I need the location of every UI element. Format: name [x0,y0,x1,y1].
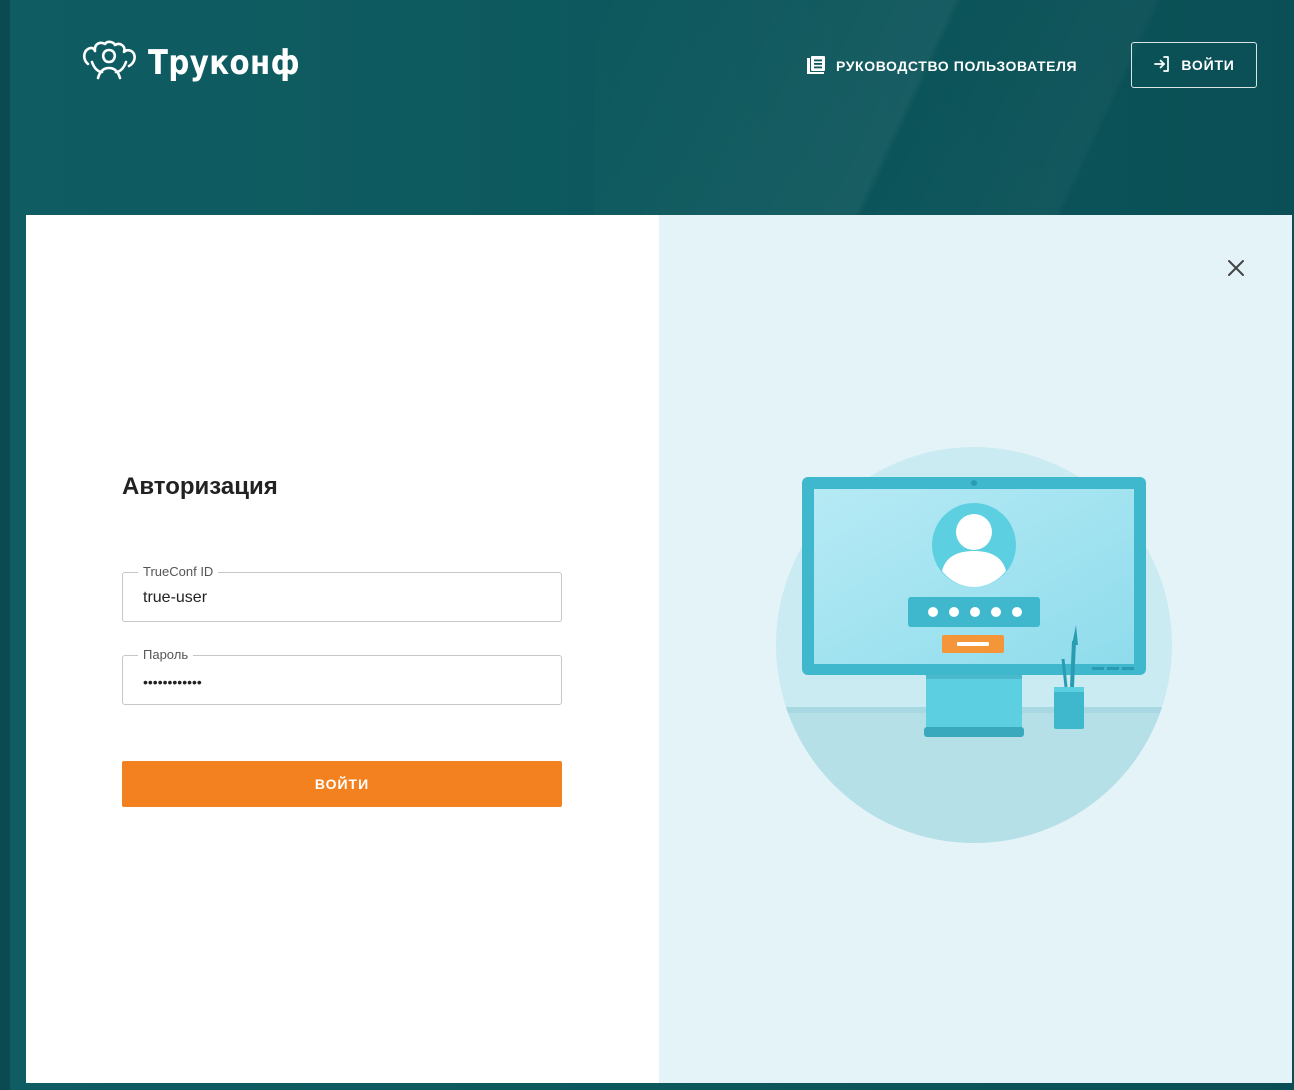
password-input[interactable] [143,669,543,695]
illustration-pane [659,215,1292,1083]
user-guide-link[interactable]: РУКОВОДСТВО ПОЛЬЗОВАТЕЛЯ [806,54,1077,78]
login-arrow-icon [1153,55,1171,76]
page-title: Авторизация [122,473,278,500]
manual-book-icon [806,55,826,78]
close-icon [1226,258,1246,283]
people-group-icon [80,38,138,89]
computer-login-illustration [774,445,1174,845]
header-login-button[interactable]: ВОЙТИ [1131,42,1257,88]
auth-card: Авторизация TrueConf ID Пароль ВОЙТИ [26,215,1292,1083]
login-submit-button[interactable]: ВОЙТИ [122,761,562,807]
auth-form-pane: Авторизация TrueConf ID Пароль ВОЙТИ [26,215,659,1083]
header-decoration [594,0,1294,215]
user-guide-label: РУКОВОДСТВО ПОЛЬЗОВАТЕЛЯ [836,58,1078,74]
trueconf-id-field[interactable]: TrueConf ID [122,564,562,622]
header-login-label: ВОЙТИ [1181,57,1235,73]
brand-logo[interactable]: Труконф [80,32,325,94]
password-label: Пароль [138,647,194,663]
window-edge [0,0,10,1090]
trueconf-id-label: TrueConf ID [138,564,219,580]
password-field[interactable]: Пароль [122,647,562,705]
close-button[interactable] [1223,257,1249,283]
brand-name: Труконф [148,43,301,83]
trueconf-id-input[interactable] [143,585,543,611]
